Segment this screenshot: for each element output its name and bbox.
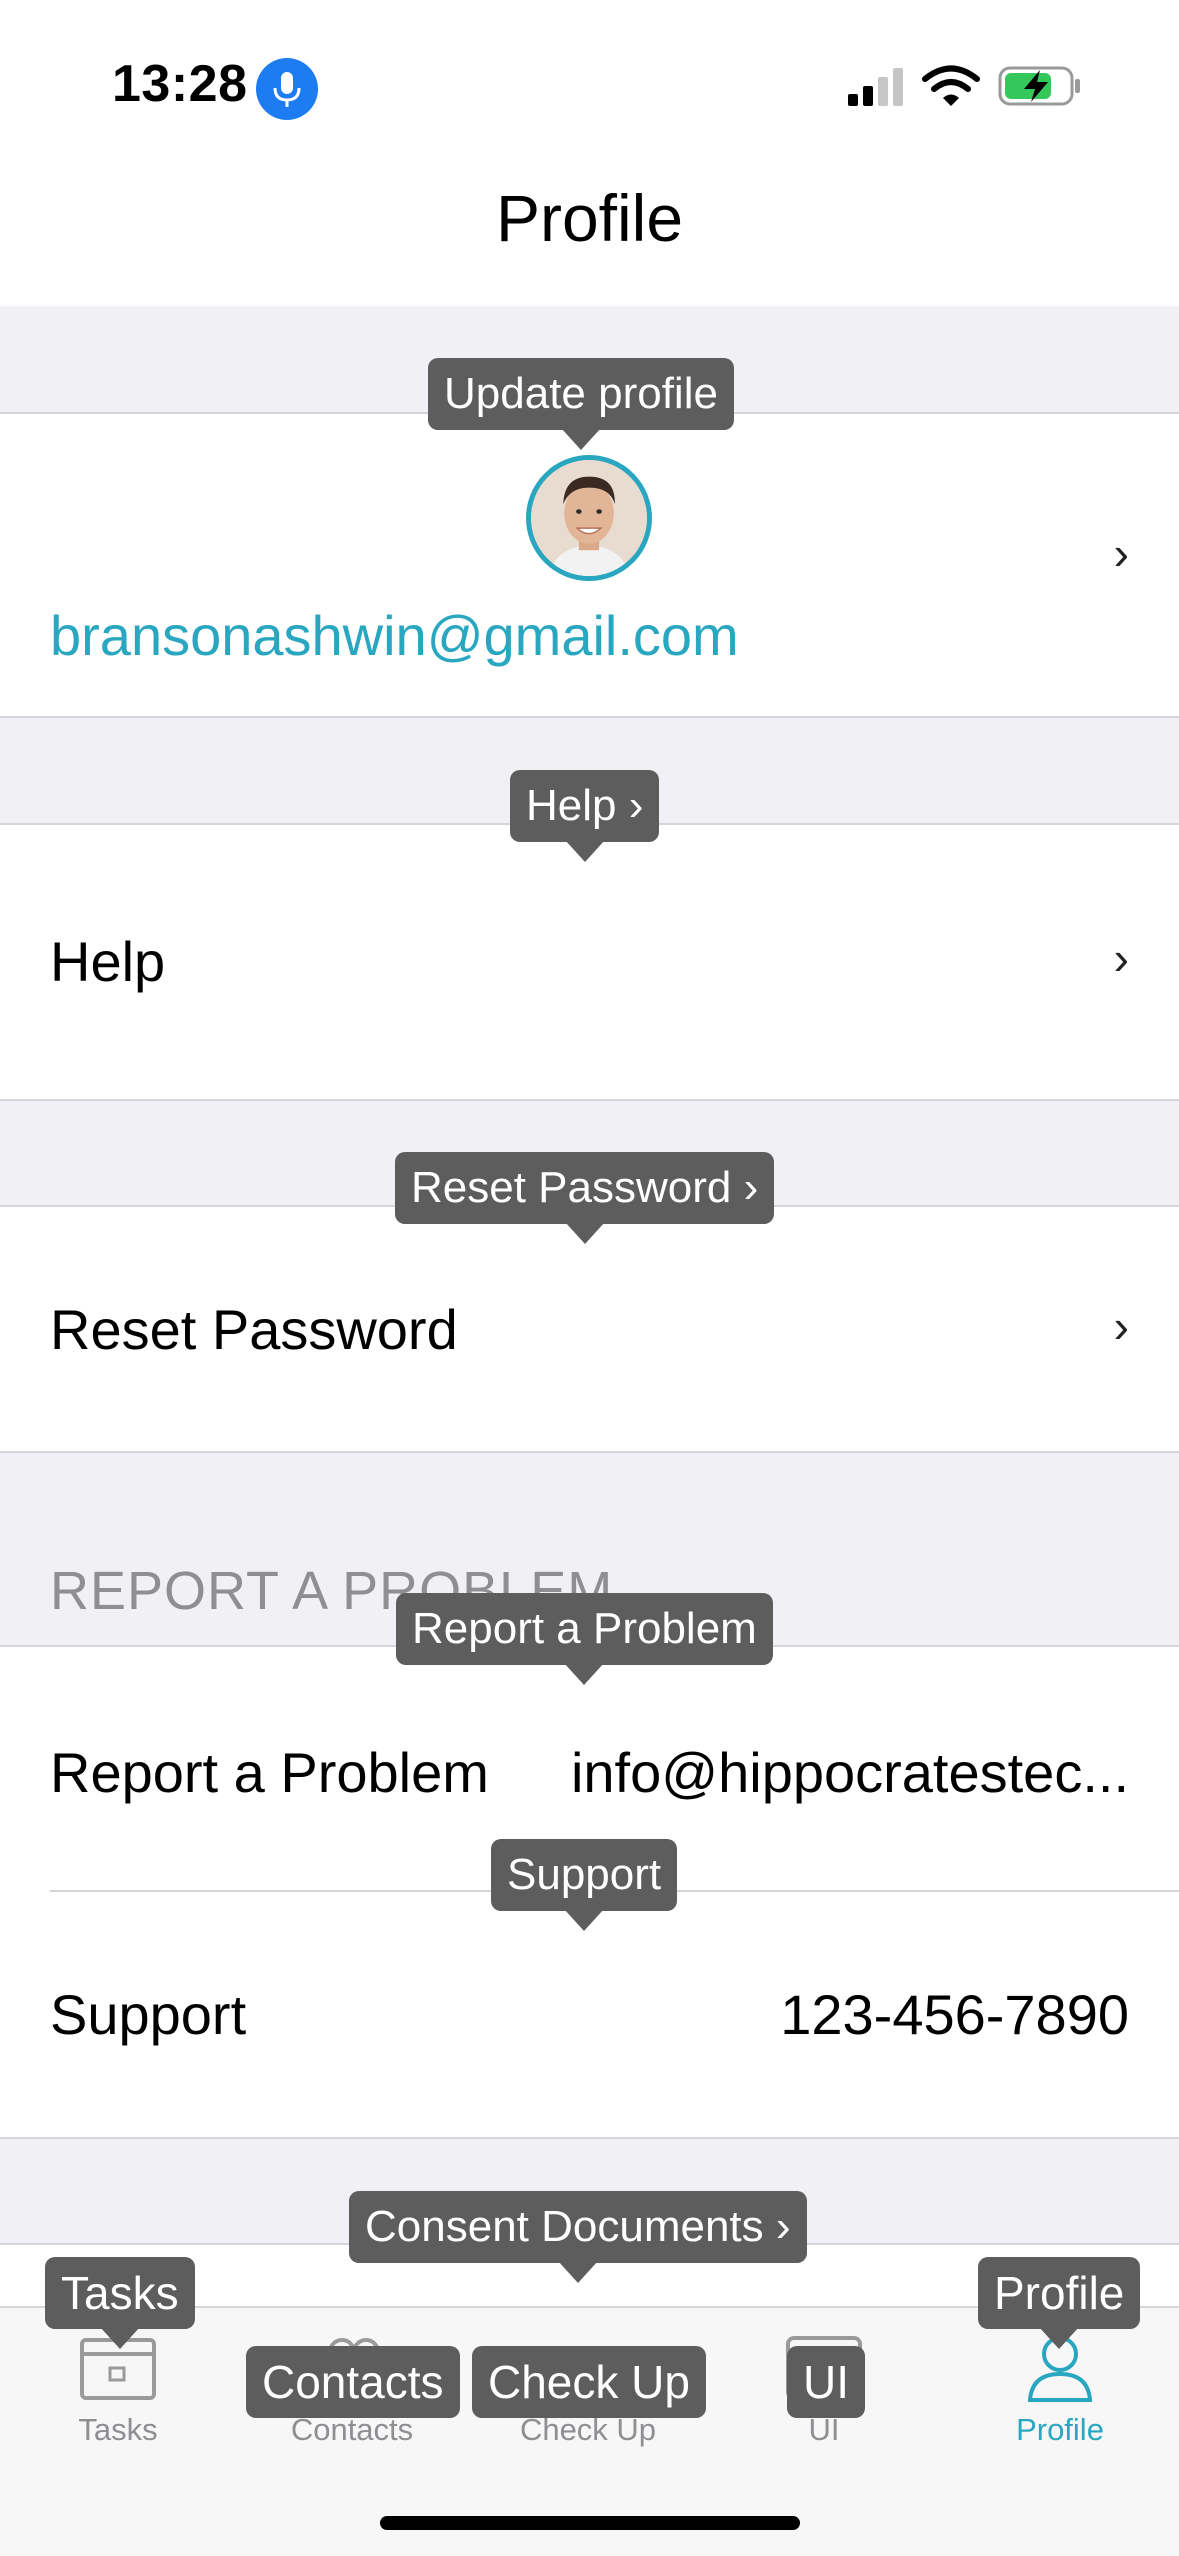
page-title: Profile: [495, 181, 684, 255]
chevron-right-icon: ›: [1113, 1300, 1129, 1352]
help-label: Help: [50, 930, 166, 993]
support-label: Support: [50, 1983, 247, 2046]
microphone-icon: [256, 58, 318, 120]
battery-charging-icon: [998, 64, 1082, 108]
support-phone[interactable]: 123-456-7890: [780, 1982, 1129, 2047]
home-indicator: [380, 2516, 800, 2530]
tooltip-report-problem: Report a Problem: [396, 1593, 773, 1685]
tooltip-contacts: Contacts: [246, 2346, 460, 2418]
report-problem-label: Report a Problem: [50, 1741, 489, 1804]
help-row[interactable]: Help ›: [0, 823, 1179, 1101]
wifi-icon: [922, 64, 980, 108]
tab-tasks[interactable]: Tasks: [18, 2412, 218, 2448]
tab-profile[interactable]: Profile: [960, 2412, 1160, 2448]
tooltip-support: Support: [491, 1839, 678, 1931]
tooltip-profile: Profile: [978, 2257, 1141, 2349]
report-problem-email[interactable]: info@hippocratestec...: [571, 1740, 1129, 1805]
tooltip-reset-password: Reset Password ›: [395, 1152, 775, 1244]
tooltip-check-up: Check Up: [472, 2346, 706, 2418]
tooltip-ui: UI: [787, 2346, 865, 2418]
profile-email[interactable]: bransonashwin@gmail.com: [50, 603, 739, 668]
tooltip-consent-documents: Consent Documents ›: [349, 2191, 807, 2283]
tooltip-update-profile: Update profile: [428, 358, 734, 450]
reset-password-label: Reset Password: [50, 1298, 458, 1361]
avatar[interactable]: [526, 455, 652, 581]
tooltip-tasks: Tasks: [45, 2257, 195, 2349]
cellular-signal-icon: [846, 66, 908, 108]
status-time: 13:28: [112, 55, 248, 113]
chevron-right-icon: ›: [1113, 527, 1129, 579]
chevron-right-icon: ›: [1113, 932, 1129, 984]
tooltip-help: Help ›: [510, 770, 660, 862]
top-bar: [0, 0, 1179, 306]
